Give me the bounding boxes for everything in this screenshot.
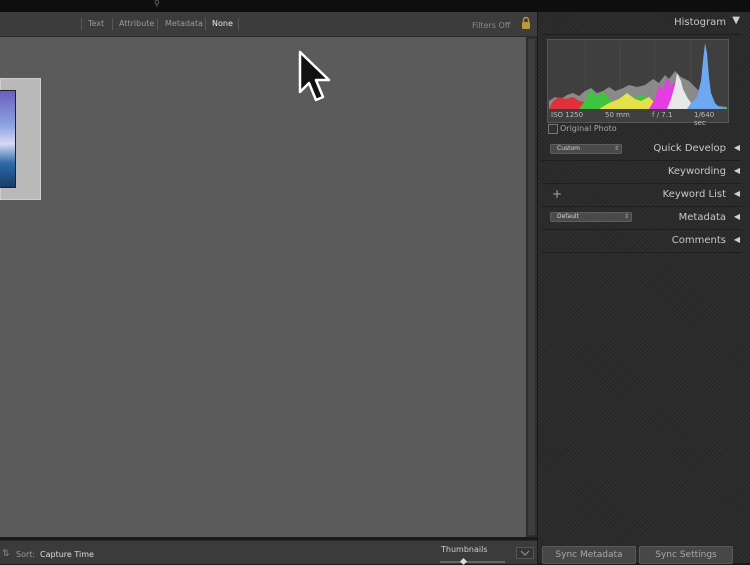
iso-readout: ISO 1250 [551, 111, 584, 119]
collapse-left-icon: ◀ [733, 189, 740, 198]
histogram-header[interactable]: Histogram ▼ [542, 12, 742, 35]
keyword-list-title: Keyword List [662, 189, 726, 200]
original-photo-label: Original Photo [560, 124, 617, 133]
histogram-graph [549, 41, 727, 109]
top-strip: ⚲ [0, 0, 750, 12]
keywording-header[interactable]: Keywording ◀ [542, 161, 742, 184]
collapse-left-icon: ◀ [733, 235, 740, 244]
separator [205, 18, 206, 30]
metadata-header[interactable]: Default ⇕ Metadata ◀ [542, 207, 742, 230]
thumbnail-cell[interactable] [0, 78, 41, 200]
filter-attribute[interactable]: Attribute [119, 19, 154, 28]
comments-header[interactable]: Comments ◀ [542, 230, 742, 253]
mouse-cursor-icon [298, 50, 331, 102]
photo-grid[interactable] [0, 37, 526, 537]
library-filter-bar: Text Attribute Metadata None Filters Off [0, 12, 537, 37]
filter-none[interactable]: None [212, 19, 233, 28]
toolbar-menu-icon[interactable] [516, 547, 534, 559]
stepper-arrows-icon: ⇕ [623, 213, 629, 220]
histogram-chart[interactable]: ISO 1250 50 mm f / 7.1 1/640 sec [547, 39, 729, 127]
stepper-arrows-icon: ⇕ [613, 145, 619, 152]
preset-label: Default [557, 213, 579, 220]
right-panel: Histogram ▼ ISO 1250 50 mm f / 7.1 1/640… [538, 12, 750, 564]
quick-develop-header[interactable]: Custom ⇕ Quick Develop ◀ [542, 138, 742, 161]
separator [157, 18, 158, 30]
sort-direction-icon[interactable]: ⇅ [2, 549, 10, 559]
thumbnail-size-knob[interactable] [459, 557, 468, 565]
collapse-left-icon: ◀ [733, 212, 740, 221]
comments-title: Comments [671, 235, 726, 246]
separator [112, 18, 113, 30]
keywording-title: Keywording [667, 166, 726, 177]
grid-scrollbar[interactable] [526, 37, 537, 537]
sync-settings-button[interactable]: Sync Settings [639, 546, 733, 564]
histogram-title: Histogram [674, 17, 726, 28]
collapse-left-icon: ◀ [733, 166, 740, 175]
sync-metadata-button[interactable]: Sync Metadata [542, 546, 636, 564]
quick-develop-title: Quick Develop [653, 143, 726, 154]
panel-bottom-bar: Sync Metadata Sync Settings [538, 542, 750, 564]
lock-icon[interactable] [521, 16, 531, 30]
keyword-list-header[interactable]: + Keyword List ◀ [542, 184, 742, 207]
collapse-down-icon: ▼ [732, 15, 740, 26]
grid-scrollbar-thumb[interactable] [528, 39, 535, 535]
shutter-speed-readout: 1/640 sec [694, 111, 715, 127]
metadata-preset-select[interactable]: Default ⇕ [550, 212, 632, 222]
sort-select[interactable]: Capture Time [40, 550, 94, 559]
separator [81, 18, 82, 30]
panel-grip-icon[interactable]: ⚲ [154, 0, 164, 8]
sort-label: Sort: [16, 550, 36, 559]
filter-text[interactable]: Text [88, 19, 104, 28]
saved-preset-select[interactable]: Custom ⇕ [550, 144, 622, 154]
focal-length-readout: 50 mm [605, 111, 630, 119]
filter-metadata[interactable]: Metadata [165, 19, 203, 28]
bottom-toolbar: ⇅ Sort: Capture Time Thumbnails [0, 540, 537, 565]
thumbnail-image[interactable] [0, 90, 16, 188]
metadata-title: Metadata [678, 212, 726, 223]
thumbnails-label: Thumbnails [441, 545, 488, 554]
filters-off-toggle[interactable]: Filters Off [472, 21, 510, 30]
preset-label: Custom [557, 145, 580, 152]
separator [238, 18, 239, 30]
add-keyword-icon[interactable]: + [552, 187, 562, 201]
aperture-readout: f / 7.1 [652, 111, 673, 119]
collapse-left-icon: ◀ [733, 143, 740, 152]
original-photo-checkbox[interactable] [548, 124, 558, 134]
